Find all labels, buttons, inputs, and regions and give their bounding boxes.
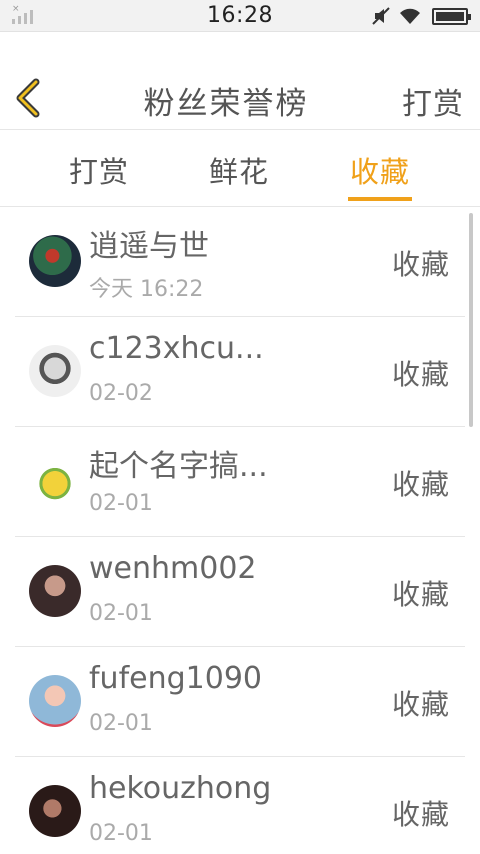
tab-bar: 打赏 鲜花 收藏 bbox=[0, 131, 480, 207]
user-name: fufeng1090 bbox=[89, 661, 262, 696]
item-action: 收藏 bbox=[391, 688, 450, 721]
item-action: 收藏 bbox=[391, 798, 450, 831]
list-item[interactable]: hekouzhong 02-01 收藏 bbox=[15, 757, 465, 854]
item-action: 收藏 bbox=[391, 358, 450, 391]
fan-list[interactable]: 逍遥与世 今天 16:22 收藏 c123xhcu... 02-02 收藏 起个… bbox=[0, 207, 480, 854]
avatar bbox=[29, 785, 81, 837]
item-date: 02-01 bbox=[89, 601, 153, 626]
list-item[interactable]: wenhm002 02-01 收藏 bbox=[15, 537, 465, 647]
avatar bbox=[29, 565, 81, 617]
user-name: 逍遥与世 bbox=[89, 229, 209, 264]
page-title: 粉丝荣誉榜 bbox=[143, 86, 309, 122]
avatar bbox=[29, 675, 81, 727]
item-action: 收藏 bbox=[391, 578, 450, 611]
wifi-icon bbox=[400, 8, 420, 24]
item-date: 02-01 bbox=[89, 821, 153, 846]
item-date: 02-01 bbox=[89, 491, 153, 516]
battery-icon bbox=[432, 8, 471, 25]
avatar bbox=[29, 455, 81, 507]
status-bar: × 16:28 bbox=[0, 0, 480, 32]
list-item[interactable]: c123xhcu... 02-02 收藏 bbox=[15, 317, 465, 427]
mute-icon bbox=[372, 7, 390, 25]
user-name: c123xhcu... bbox=[89, 331, 264, 366]
list-item[interactable]: 起个名字搞... 02-01 收藏 bbox=[15, 427, 465, 537]
item-date: 02-01 bbox=[89, 711, 153, 736]
tab-reward[interactable]: 打赏 bbox=[69, 149, 129, 191]
reward-button[interactable]: 打赏 bbox=[402, 79, 464, 123]
avatar bbox=[29, 235, 81, 287]
top-bar: 粉丝荣誉榜 打赏 bbox=[0, 66, 480, 130]
avatar bbox=[29, 345, 81, 397]
item-action: 收藏 bbox=[391, 468, 450, 501]
item-action: 收藏 bbox=[391, 248, 450, 281]
item-date: 02-02 bbox=[89, 381, 153, 406]
item-date: 今天 16:22 bbox=[89, 277, 204, 302]
user-name: wenhm002 bbox=[89, 551, 257, 586]
scrollbar[interactable] bbox=[469, 213, 473, 427]
list-item[interactable]: 逍遥与世 今天 16:22 收藏 bbox=[15, 207, 465, 317]
user-name: hekouzhong bbox=[89, 771, 272, 806]
user-name: 起个名字搞... bbox=[89, 449, 268, 484]
tab-favorites[interactable]: 收藏 bbox=[350, 149, 410, 191]
tab-flowers[interactable]: 鲜花 bbox=[209, 149, 269, 191]
list-item[interactable]: fufeng1090 02-01 收藏 bbox=[15, 647, 465, 757]
active-tab-indicator bbox=[348, 197, 412, 201]
